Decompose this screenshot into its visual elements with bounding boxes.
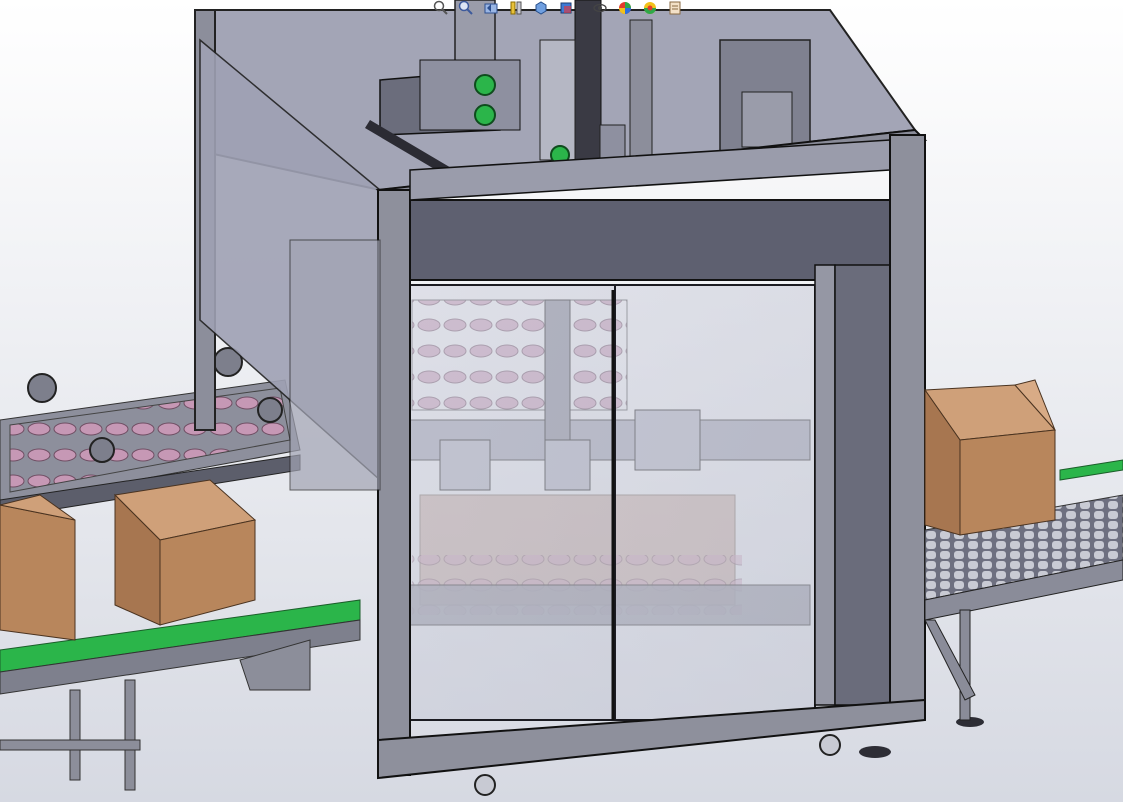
view-orientation-icon[interactable] — [530, 0, 552, 16]
zoom-to-fit-icon[interactable] — [430, 0, 452, 16]
heads-up-view-toolbar — [430, 0, 790, 16]
edit-appearance-icon[interactable] — [614, 0, 636, 16]
cardboard-case-left-1[interactable] — [0, 494, 76, 641]
cardboard-case-left-2[interactable] — [113, 479, 257, 626]
zoom-to-area-icon[interactable] — [455, 0, 477, 16]
cad-3d-model-view[interactable] — [0, 0, 1123, 802]
view-settings-icon[interactable] — [664, 0, 686, 16]
cardboard-case-right[interactable] — [924, 379, 1057, 536]
hide-show-items-icon[interactable] — [589, 0, 611, 16]
display-style-icon[interactable] — [555, 0, 577, 16]
section-view-icon[interactable] — [505, 0, 527, 16]
previous-view-icon[interactable] — [480, 0, 502, 16]
graphics-area[interactable] — [0, 0, 1123, 802]
front-glass-guard[interactable] — [409, 284, 816, 721]
apply-scene-icon[interactable] — [639, 0, 661, 16]
